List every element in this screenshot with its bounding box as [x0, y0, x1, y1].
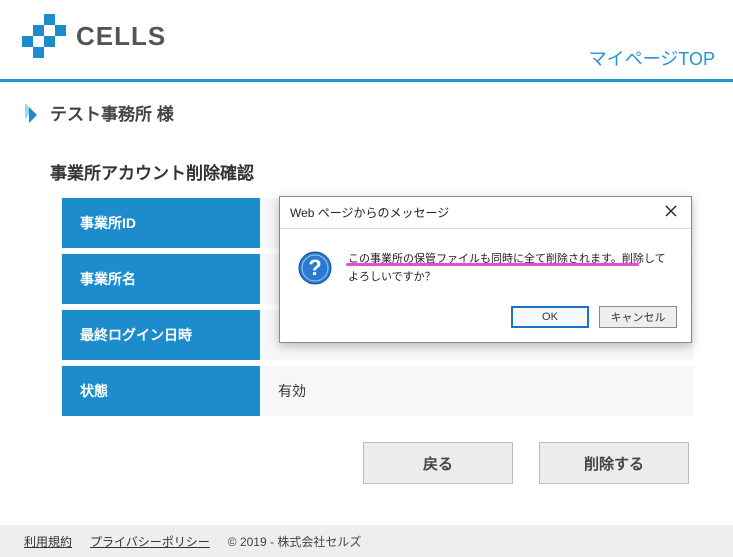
- header: CELLS マイページTOP: [0, 0, 733, 82]
- close-icon: [665, 205, 677, 220]
- row-status: 状態 有効: [62, 366, 693, 416]
- label-office-name: 事業所名: [62, 254, 260, 304]
- app-root: CELLS マイページTOP テスト事務所 様 事業所アカウント削除確認 事業所…: [0, 0, 733, 557]
- label-status: 状態: [62, 366, 260, 416]
- label-last-login: 最終ログイン日時: [62, 310, 260, 360]
- svg-text:?: ?: [308, 255, 321, 280]
- privacy-link[interactable]: プライバシーポリシー: [90, 533, 210, 550]
- office-name: テスト事務所 様: [50, 100, 174, 125]
- dialog-message-wrap: この事業所の保管ファイルも同時に全て削除されます。削除してよろしいですか？: [348, 251, 673, 286]
- dialog-titlebar: Web ページからのメッセージ: [280, 197, 691, 229]
- back-button[interactable]: 戻る: [363, 442, 513, 484]
- dialog-close-button[interactable]: [657, 201, 685, 225]
- action-bar: 戻る 削除する: [0, 416, 733, 484]
- dialog-body: ? この事業所の保管ファイルも同時に全て削除されます。削除してよろしいですか？: [280, 229, 691, 300]
- value-status: 有効: [260, 366, 693, 416]
- dialog-cancel-button[interactable]: キャンセル: [599, 306, 677, 328]
- dialog-button-bar: OK キャンセル: [280, 300, 691, 342]
- mypage-top-link[interactable]: マイページTOP: [589, 45, 715, 71]
- copyright: © 2019 - 株式会社セルズ: [228, 533, 362, 550]
- greeting-row: テスト事務所 様: [0, 82, 733, 125]
- terms-link[interactable]: 利用規約: [24, 533, 72, 550]
- bullet-icon: [20, 102, 42, 124]
- dialog-ok-button[interactable]: OK: [511, 306, 589, 328]
- question-icon: ?: [298, 251, 332, 290]
- logo-icon: [22, 14, 66, 58]
- logo: CELLS: [22, 14, 166, 58]
- footer: 利用規約 プライバシーポリシー © 2019 - 株式会社セルズ: [0, 525, 733, 557]
- label-office-id: 事業所ID: [62, 198, 260, 248]
- section-title: 事業所アカウント削除確認: [0, 125, 733, 192]
- dialog-title: Web ページからのメッセージ: [290, 204, 449, 221]
- brand-text: CELLS: [76, 21, 166, 52]
- dialog-message: この事業所の保管ファイルも同時に全て削除されます。削除してよろしいですか？: [348, 253, 666, 283]
- confirm-dialog: Web ページからのメッセージ ? この事業所の保管ファイルも同時に全て削除され…: [279, 196, 692, 343]
- delete-button[interactable]: 削除する: [539, 442, 689, 484]
